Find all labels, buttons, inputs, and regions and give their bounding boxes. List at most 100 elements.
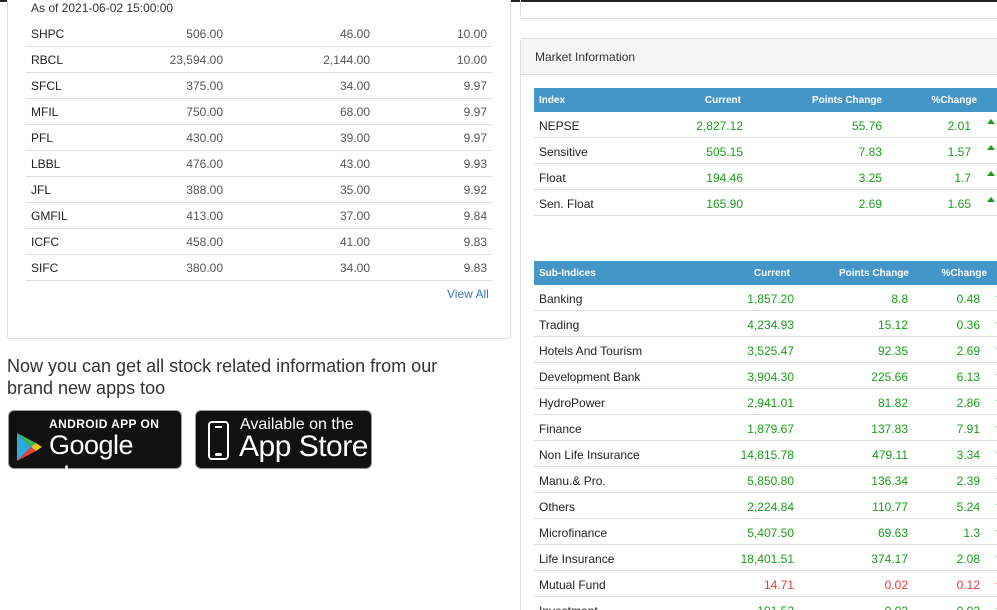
market-information-header: Market Information — [521, 39, 997, 75]
index-pct-change: 2.01 — [947, 119, 971, 133]
index-points-change: 7.83 — [858, 145, 882, 159]
arrow-up-icon — [987, 171, 995, 176]
gainer-ltp: 375.00 — [186, 79, 223, 93]
table-row: ICFC 458.00 41.00 9.83 — [26, 229, 492, 255]
gainer-symbol[interactable]: SFCL — [31, 79, 62, 93]
index-points-change: 110.77 — [872, 500, 908, 514]
gainer-pct: 9.84 — [463, 209, 487, 223]
index-points-change: 2.69 — [858, 197, 882, 211]
gainer-symbol[interactable]: LBBL — [31, 157, 60, 171]
table-row: NEPSE 2,827.12 55.76 2.01 — [534, 112, 997, 138]
gainer-change: 43.00 — [339, 157, 370, 171]
gainer-symbol[interactable]: PFL — [31, 131, 53, 145]
gainer-symbol[interactable]: RBCL — [31, 53, 63, 67]
index-points-change: 137.83 — [871, 422, 908, 436]
index-pct-change: 2.86 — [956, 396, 980, 410]
index-pct-change: 0.02 — [957, 604, 980, 610]
table-row: Sensitive 505.15 7.83 1.57 — [534, 138, 997, 164]
index-name[interactable]: Finance — [539, 422, 582, 436]
index-pct-change: 0.48 — [956, 292, 980, 306]
gainer-change: 46.00 — [339, 27, 370, 41]
table-row: Manu.& Pro. 5,850.80 136.34 2.39 — [534, 467, 997, 493]
gainer-symbol[interactable]: MFIL — [31, 105, 58, 119]
index-name[interactable]: Banking — [539, 292, 582, 306]
index-current: 5,850.80 — [747, 474, 794, 488]
app-store-bottom-text: App Store — [239, 430, 368, 463]
index-pct-change: 1.57 — [947, 145, 971, 159]
index-current: 14,815.78 — [740, 448, 794, 462]
index-current: 2,941.01 — [747, 396, 794, 410]
index-pct-change: 1.65 — [947, 197, 971, 211]
table-row: SIFC 380.00 34.00 9.83 — [26, 255, 492, 281]
gainer-symbol[interactable]: GMFIL — [31, 209, 68, 223]
sub-header-points: Points Change — [838, 268, 909, 279]
table-row: Finance 1,879.67 137.83 7.91 — [534, 415, 997, 441]
table-row: Others 2,224.84 110.77 5.24 — [534, 493, 997, 519]
google-badge-bottom-text: Google play — [49, 430, 134, 491]
apps-promo-text: Now you can get all stock related inform… — [7, 356, 438, 398]
table-row: Banking 1,857.20 8.8 0.48 — [534, 285, 997, 311]
index-name[interactable]: Trading — [539, 318, 579, 332]
gainer-symbol[interactable]: ICFC — [31, 235, 59, 249]
market-information-title: Market Information — [535, 50, 636, 64]
table-row: HydroPower 2,941.01 81.82 2.86 — [534, 389, 997, 415]
index-current: 101.52 — [757, 604, 794, 610]
table-row: Life Insurance 18,401.51 374.17 2.08 — [534, 545, 997, 571]
index-name[interactable]: HydroPower — [539, 396, 605, 410]
index-pct-change: 7.91 — [956, 422, 980, 436]
gainer-symbol[interactable]: SIFC — [31, 261, 58, 275]
view-all-link[interactable]: View All — [447, 287, 489, 301]
index-current: 4,234.93 — [747, 318, 794, 332]
index-name[interactable]: Sen. Float — [539, 197, 594, 211]
gainer-change: 2,144.00 — [323, 53, 370, 67]
table-row: SHPC 506.00 46.00 10.00 — [26, 21, 492, 47]
gainer-change: 35.00 — [339, 183, 370, 197]
index-points-change: 81.82 — [877, 396, 908, 410]
index-points-change: 0.02 — [884, 578, 908, 592]
as-of-timestamp: As of 2021-06-02 15:00:00 — [31, 1, 174, 15]
index-name[interactable]: Mutual Fund — [539, 578, 606, 592]
upper-panel-edge — [520, 0, 997, 19]
gainer-pct: 9.97 — [463, 79, 487, 93]
gainer-symbol[interactable]: SHPC — [31, 27, 64, 41]
index-name[interactable]: NEPSE — [539, 119, 580, 133]
table-row: Investment 101.52 0.02 0.02 — [534, 597, 997, 610]
google-play-badge[interactable]: ANDROID APP ON Google play — [8, 410, 182, 491]
gainer-pct: 9.93 — [463, 157, 487, 171]
index-header-name: Index — [539, 95, 566, 106]
gainer-pct: 10.00 — [456, 27, 487, 41]
table-row: MFIL 750.00 68.00 9.97 — [26, 99, 492, 125]
table-row: PFL 430.00 39.00 9.97 — [26, 125, 492, 151]
index-table-header: Index Current Points Change %Change — [534, 88, 997, 112]
table-row: Mutual Fund 14.71 0.02 0.12 — [534, 571, 997, 597]
index-name[interactable]: Microfinance — [539, 526, 607, 540]
gainer-pct: 9.83 — [463, 261, 487, 275]
arrow-up-icon — [987, 197, 995, 202]
index-name[interactable]: Development Bank — [539, 370, 640, 384]
index-name[interactable]: Life Insurance — [539, 552, 614, 566]
index-name[interactable]: Float — [539, 171, 566, 185]
gainer-change: 68.00 — [339, 105, 370, 119]
index-points-change: 69.63 — [877, 526, 908, 540]
index-name[interactable]: Others — [539, 500, 575, 514]
index-current: 165.90 — [706, 197, 743, 211]
gainer-ltp: 506.00 — [186, 27, 223, 41]
gainer-change: 39.00 — [339, 131, 370, 145]
index-name[interactable]: Investment — [539, 604, 598, 610]
table-row: Non Life Insurance 14,815.78 479.11 3.34 — [534, 441, 997, 467]
gainer-symbol[interactable]: JFL — [31, 183, 51, 197]
index-name[interactable]: Sensitive — [539, 145, 588, 159]
gainer-ltp: 23,594.00 — [169, 53, 223, 67]
sub-indices-table-header: Sub-Indices Current Points Change %Chang… — [534, 261, 997, 285]
gainer-ltp: 380.00 — [186, 261, 223, 275]
index-name[interactable]: Manu.& Pro. — [539, 474, 606, 488]
app-store-badge[interactable]: Available on the App Store — [195, 410, 372, 469]
index-points-change: 55.76 — [851, 119, 882, 133]
index-pct-change: 0.36 — [956, 318, 980, 332]
index-name[interactable]: Hotels And Tourism — [539, 344, 642, 358]
index-name[interactable]: Non Life Insurance — [539, 448, 640, 462]
index-points-change: 374.17 — [871, 552, 908, 566]
table-row: Hotels And Tourism 3,525.47 92.35 2.69 — [534, 337, 997, 363]
sub-header-pct: %Change — [941, 268, 987, 279]
gainer-change: 34.00 — [339, 79, 370, 93]
